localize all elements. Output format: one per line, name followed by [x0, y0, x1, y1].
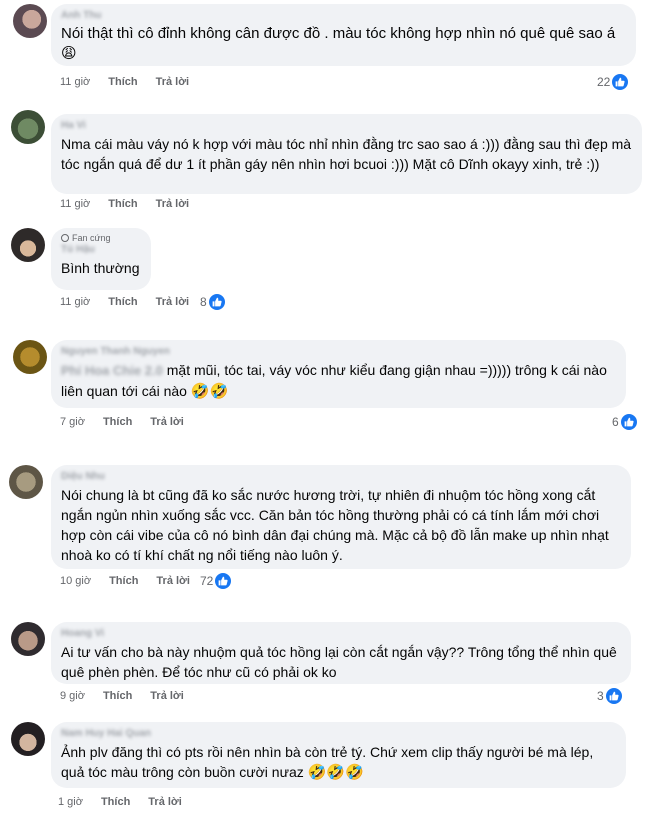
like-button[interactable]: Thích [103, 416, 132, 428]
comment-author[interactable]: Ha Vi [61, 120, 632, 132]
avatar[interactable] [13, 4, 47, 38]
comment-body: Bình thường [61, 260, 140, 276]
comment-author[interactable]: Diệu Nhu [61, 471, 621, 483]
like-reaction-icon [612, 74, 629, 90]
like-button[interactable]: Thích [109, 575, 138, 587]
fan-badge-icon [61, 234, 69, 242]
comment-body: Nói chung là bt cũng đã ko sắc nước hươn… [61, 487, 609, 563]
rofl-emoji: 🤣🤣 [190, 383, 229, 400]
comment-time[interactable]: 11 giờ [60, 76, 90, 88]
comment-text: Phí Hoa Chie 2.0 mặt mũi, tóc tai, váy v… [61, 360, 616, 402]
like-button[interactable]: Thích [108, 296, 137, 308]
like-reaction-icon [620, 414, 637, 430]
reaction-count[interactable]: 6 [612, 414, 637, 430]
avatar[interactable] [9, 465, 43, 499]
reply-button[interactable]: Trả lời [150, 690, 184, 702]
comment-text: Ảnh plv đăng thì có pts rồi nên nhìn bà … [61, 742, 616, 783]
comment-time[interactable]: 9 giờ [60, 690, 85, 702]
avatar[interactable] [11, 110, 45, 144]
weary-face-emoji: 😩 [61, 45, 77, 62]
comment-body: Nma cái màu váy nó k hợp với màu tóc nhỉ… [61, 136, 632, 172]
mention-tag[interactable]: Phí Hoa Chie 2.0 [61, 363, 163, 378]
reply-button[interactable]: Trả lời [156, 76, 190, 88]
comment-actions: 11 giờ Thích Trả lời [60, 296, 189, 308]
avatar[interactable] [11, 622, 45, 656]
reply-button[interactable]: Trả lời [156, 296, 190, 308]
reply-button[interactable]: Trả lời [156, 198, 190, 210]
like-button[interactable]: Thích [108, 198, 137, 210]
reaction-count[interactable]: 72 [200, 573, 232, 589]
comment-body: Ai tư vấn cho bà này nhuộm quả tóc hồng … [61, 644, 617, 680]
comment-time[interactable]: 7 giờ [60, 416, 85, 428]
comment-bubble: Nam Huy Hai Quan Ảnh plv đăng thì có pts… [51, 722, 626, 788]
reaction-count[interactable]: 22 [597, 74, 629, 90]
comment-body: Nói thật thì cô đỉnh không cân được đồ .… [61, 25, 616, 42]
comment-bubble: Hoang Vi Ai tư vấn cho bà này nhuộm quả … [51, 622, 631, 684]
reaction-number: 22 [597, 75, 611, 89]
reaction-number: 6 [612, 415, 619, 429]
comment-time[interactable]: 1 giờ [58, 796, 83, 808]
comment-bubble: Ha Vi Nma cái màu váy nó k hợp với màu t… [51, 114, 642, 194]
like-reaction-icon [215, 573, 232, 589]
avatar[interactable] [11, 228, 45, 262]
reaction-number: 72 [200, 574, 214, 588]
comment-bubble: Fan cứng Tú Hậu Bình thường [51, 228, 151, 290]
comment-bubble: Diệu Nhu Nói chung là bt cũng đã ko sắc … [51, 465, 631, 569]
comment-actions: 9 giờ Thích Trả lời [60, 690, 184, 702]
comment-actions: 1 giờ Thích Trả lời [58, 796, 182, 808]
rofl-emoji: 🤣🤣🤣 [307, 764, 364, 781]
comment-author[interactable]: Hoang Vi [61, 628, 621, 640]
like-reaction-icon [208, 294, 225, 310]
comment-actions: 10 giờ Thích Trả lời [60, 575, 190, 587]
avatar[interactable] [13, 340, 47, 374]
comment-author[interactable]: Tú Hậu [61, 244, 141, 256]
like-button[interactable]: Thích [103, 690, 132, 702]
comment-author[interactable]: Nguyen Thanh Nguyen [61, 346, 616, 358]
like-reaction-icon [605, 688, 622, 704]
comment-actions: 11 giờ Thích Trả lời [60, 198, 189, 210]
comment-author[interactable]: Nam Huy Hai Quan [61, 728, 616, 740]
reaction-count[interactable]: 3 [597, 688, 622, 704]
reply-button[interactable]: Trả lời [156, 575, 190, 587]
like-button[interactable]: Thích [101, 796, 130, 808]
comment-bubble: Anh Thu Nói thật thì cô đỉnh không cân đ… [51, 4, 636, 66]
reaction-number: 3 [597, 689, 604, 703]
comment-actions: 11 giờ Thích Trả lời [60, 76, 189, 88]
reply-button[interactable]: Trả lời [148, 796, 182, 808]
like-button[interactable]: Thích [108, 76, 137, 88]
comment-text: Nói thật thì cô đỉnh không cân được đồ .… [61, 24, 626, 64]
comment-time[interactable]: 11 giờ [60, 198, 90, 210]
avatar[interactable] [11, 722, 45, 756]
comment-author[interactable]: Anh Thu [61, 10, 626, 22]
reply-button[interactable]: Trả lời [150, 416, 184, 428]
comment-time[interactable]: 11 giờ [60, 296, 90, 308]
reaction-number: 8 [200, 295, 207, 309]
reaction-count[interactable]: 8 [200, 294, 225, 310]
comment-bubble: Nguyen Thanh Nguyen Phí Hoa Chie 2.0 mặt… [51, 340, 626, 408]
comment-time[interactable]: 10 giờ [60, 575, 91, 587]
fan-badge: Fan cứng [61, 232, 141, 244]
comment-actions: 7 giờ Thích Trả lời [60, 416, 184, 428]
fan-badge-label: Fan cứng [72, 233, 111, 243]
